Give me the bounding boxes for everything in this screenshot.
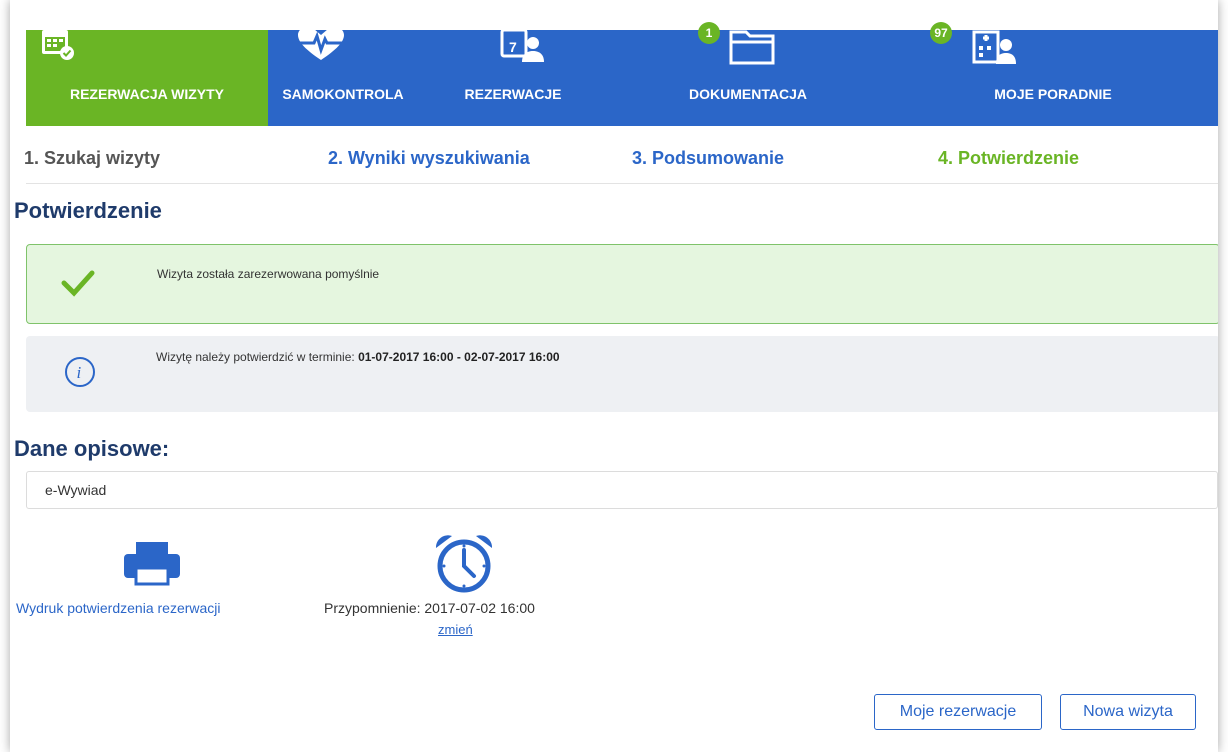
info-range: 01-07-2017 16:00 - 02-07-2017 16:00 — [358, 350, 560, 364]
printer-icon[interactable] — [122, 540, 182, 591]
tab-rezerwacje[interactable]: 7 REZERWACJE — [418, 28, 608, 126]
info-icon: i — [64, 356, 96, 393]
success-alert: Wizyta została zarezerwowana pomyślnie — [26, 244, 1218, 324]
change-reminder-link[interactable]: zmień — [438, 622, 473, 637]
info-alert: i Wizytę należy potwierdzić w terminie: … — [26, 336, 1218, 412]
desc-title: Dane opisowe: — [14, 436, 170, 461]
wizard-steps: 1. Szukaj wizyty 2. Wyniki wyszukiwania … — [24, 148, 1218, 184]
heart-pulse-icon — [296, 26, 346, 65]
tab-label: REZERWACJA WIZYTY — [69, 86, 224, 102]
tab-label: MOJE PORADNIE — [994, 86, 1112, 102]
tab-label: REZERWACJE — [464, 86, 562, 102]
step-podsumowanie[interactable]: 3. Podsumowanie — [632, 148, 784, 169]
checkmark-icon — [61, 269, 95, 302]
svg-text:7: 7 — [509, 39, 517, 55]
calendar-check-icon — [40, 28, 76, 63]
info-text: Wizytę należy potwierdzić w terminie: — [156, 350, 355, 364]
moje-poradnie-badge: 97 — [930, 22, 952, 44]
svg-text:i: i — [77, 363, 82, 382]
tab-dokumentacja[interactable]: 1 DOKUMENTACJA — [608, 22, 888, 126]
desc-value: e-Wywiad — [45, 482, 107, 498]
tab-moje-poradnie[interactable]: 97 MOJE PORADNIE — [888, 22, 1218, 126]
app-frame: REZERWACJA WIZYTY SAMOKONTROLA 7 REZERWA… — [10, 0, 1218, 752]
info-message: Wizytę należy potwierdzić w terminie: 01… — [156, 350, 560, 364]
folder-icon — [728, 26, 776, 69]
tab-label: SAMOKONTROLA — [282, 86, 404, 102]
step-wyniki-wyszukiwania[interactable]: 2. Wyniki wyszukiwania — [328, 148, 530, 169]
calendar-person-icon: 7 — [500, 28, 544, 67]
top-navigation: REZERWACJA WIZYTY SAMOKONTROLA 7 REZERWA… — [26, 22, 1218, 126]
dokumentacja-badge: 1 — [698, 22, 720, 44]
tab-samokontrola[interactable]: SAMOKONTROLA — [268, 26, 418, 126]
tab-rezerwacja-wizyty[interactable]: REZERWACJA WIZYTY — [26, 30, 268, 126]
success-message: Wizyta została zarezerwowana pomyślnie — [157, 267, 380, 281]
clinic-person-icon — [972, 28, 1018, 69]
tab-label: DOKUMENTACJA — [689, 86, 807, 102]
alarm-clock-icon — [432, 532, 496, 601]
desc-field: e-Wywiad — [26, 471, 1218, 509]
print-confirmation-link[interactable]: Wydruk potwierdzenia rezerwacji — [16, 600, 221, 616]
reminder-text: Przypomnienie: 2017-07-02 16:00 — [324, 600, 535, 616]
step-szukaj-wizyty[interactable]: 1. Szukaj wizyty — [24, 148, 160, 169]
step-potwierdzenie: 4. Potwierdzenie — [938, 148, 1080, 168]
new-visit-button[interactable]: Nowa wizyta — [1060, 694, 1196, 730]
page-title: Potwierdzenie — [14, 198, 162, 223]
my-reservations-button[interactable]: Moje rezerwacje — [874, 694, 1042, 730]
